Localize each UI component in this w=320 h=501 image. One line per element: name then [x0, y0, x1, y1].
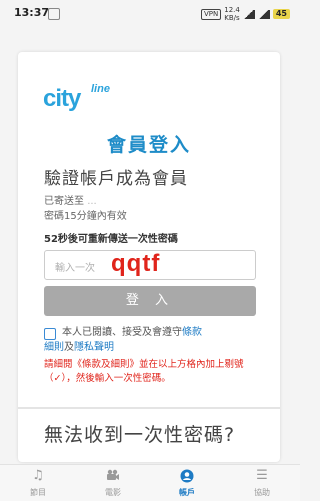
validity-text: 密碼15分鐘內有效: [44, 211, 127, 222]
sent-masked-contact: ...: [87, 196, 97, 207]
wifi-icon: [257, 9, 270, 19]
cityline-logo: city line: [43, 83, 119, 115]
nav-label: 帳戶: [179, 488, 195, 497]
otp-value: qqtf: [111, 250, 161, 277]
otp-placeholder: 輸入一次: [55, 263, 95, 274]
movie-camera-svg: [107, 469, 119, 480]
sent-to-text: 已寄送至 ...: [44, 192, 97, 207]
bottom-nav: ♫ 節目 電影 帳戶 ☰ 協助: [0, 464, 300, 501]
divider: [18, 407, 280, 409]
terms-link-cont[interactable]: 細則: [44, 342, 64, 353]
nav-item-programs[interactable]: ♫ 節目: [8, 465, 68, 501]
logo-main: city: [43, 85, 81, 112]
music-note-icon: ♫: [32, 468, 44, 483]
nav-label: 節目: [30, 488, 46, 497]
status-time: 13:37: [14, 6, 50, 19]
signal-icon: [242, 9, 255, 19]
resend-countdown: 52秒後可重新傳送一次性密碼: [44, 234, 178, 245]
agree-text-line2: 細則及隱私聲明: [44, 340, 114, 355]
page-title: 會員登入: [106, 134, 191, 156]
agree-text: 本人已閱讀、接受及會遵守條款: [62, 325, 272, 340]
logo-sub: line: [91, 83, 110, 95]
account-svg: [180, 469, 194, 483]
nav-label: 協助: [254, 488, 270, 497]
sent-prefix: 已寄送至: [44, 196, 84, 207]
status-bar: 13:37 VPN 12.4 KB/s 45: [0, 0, 300, 26]
agree-checkbox[interactable]: [44, 328, 56, 340]
nav-label: 電影: [105, 488, 121, 497]
status-indicators: VPN 12.4 KB/s 45: [201, 6, 290, 22]
notification-icon: [48, 8, 60, 20]
battery-icon: 45: [272, 9, 290, 19]
menu-list-icon: ☰: [256, 468, 268, 483]
nav-item-help[interactable]: ☰ 協助: [232, 465, 292, 501]
otp-input[interactable]: 輸入一次 qqtf: [44, 250, 256, 280]
terms-link[interactable]: 條款: [182, 327, 202, 338]
login-card: city line 會員登入 驗證帳戶成為會員 已寄送至 ... 密碼15分鐘內…: [18, 52, 280, 462]
movie-camera-icon: [83, 469, 143, 485]
nav-item-movies[interactable]: 電影: [83, 465, 143, 501]
agree-and: 及: [64, 342, 74, 353]
privacy-link[interactable]: 隱私聲明: [74, 342, 114, 353]
verify-heading: 驗證帳戶成為會員: [44, 169, 188, 189]
network-speed: 12.4 KB/s: [224, 6, 240, 22]
cant-receive-heading[interactable]: 無法收到一次性密碼?: [44, 423, 264, 447]
account-icon: [157, 469, 217, 487]
agree-prefix: 本人已閱讀、接受及會遵守: [62, 327, 182, 338]
nav-item-account[interactable]: 帳戶: [157, 465, 217, 501]
warning-text: 請細閱《條款及細則》並在以上方格內加上剔號（✓），然後輸入一次性密碼。: [44, 359, 244, 384]
login-button[interactable]: 登 入: [44, 286, 256, 316]
vpn-badge: VPN: [201, 8, 222, 20]
